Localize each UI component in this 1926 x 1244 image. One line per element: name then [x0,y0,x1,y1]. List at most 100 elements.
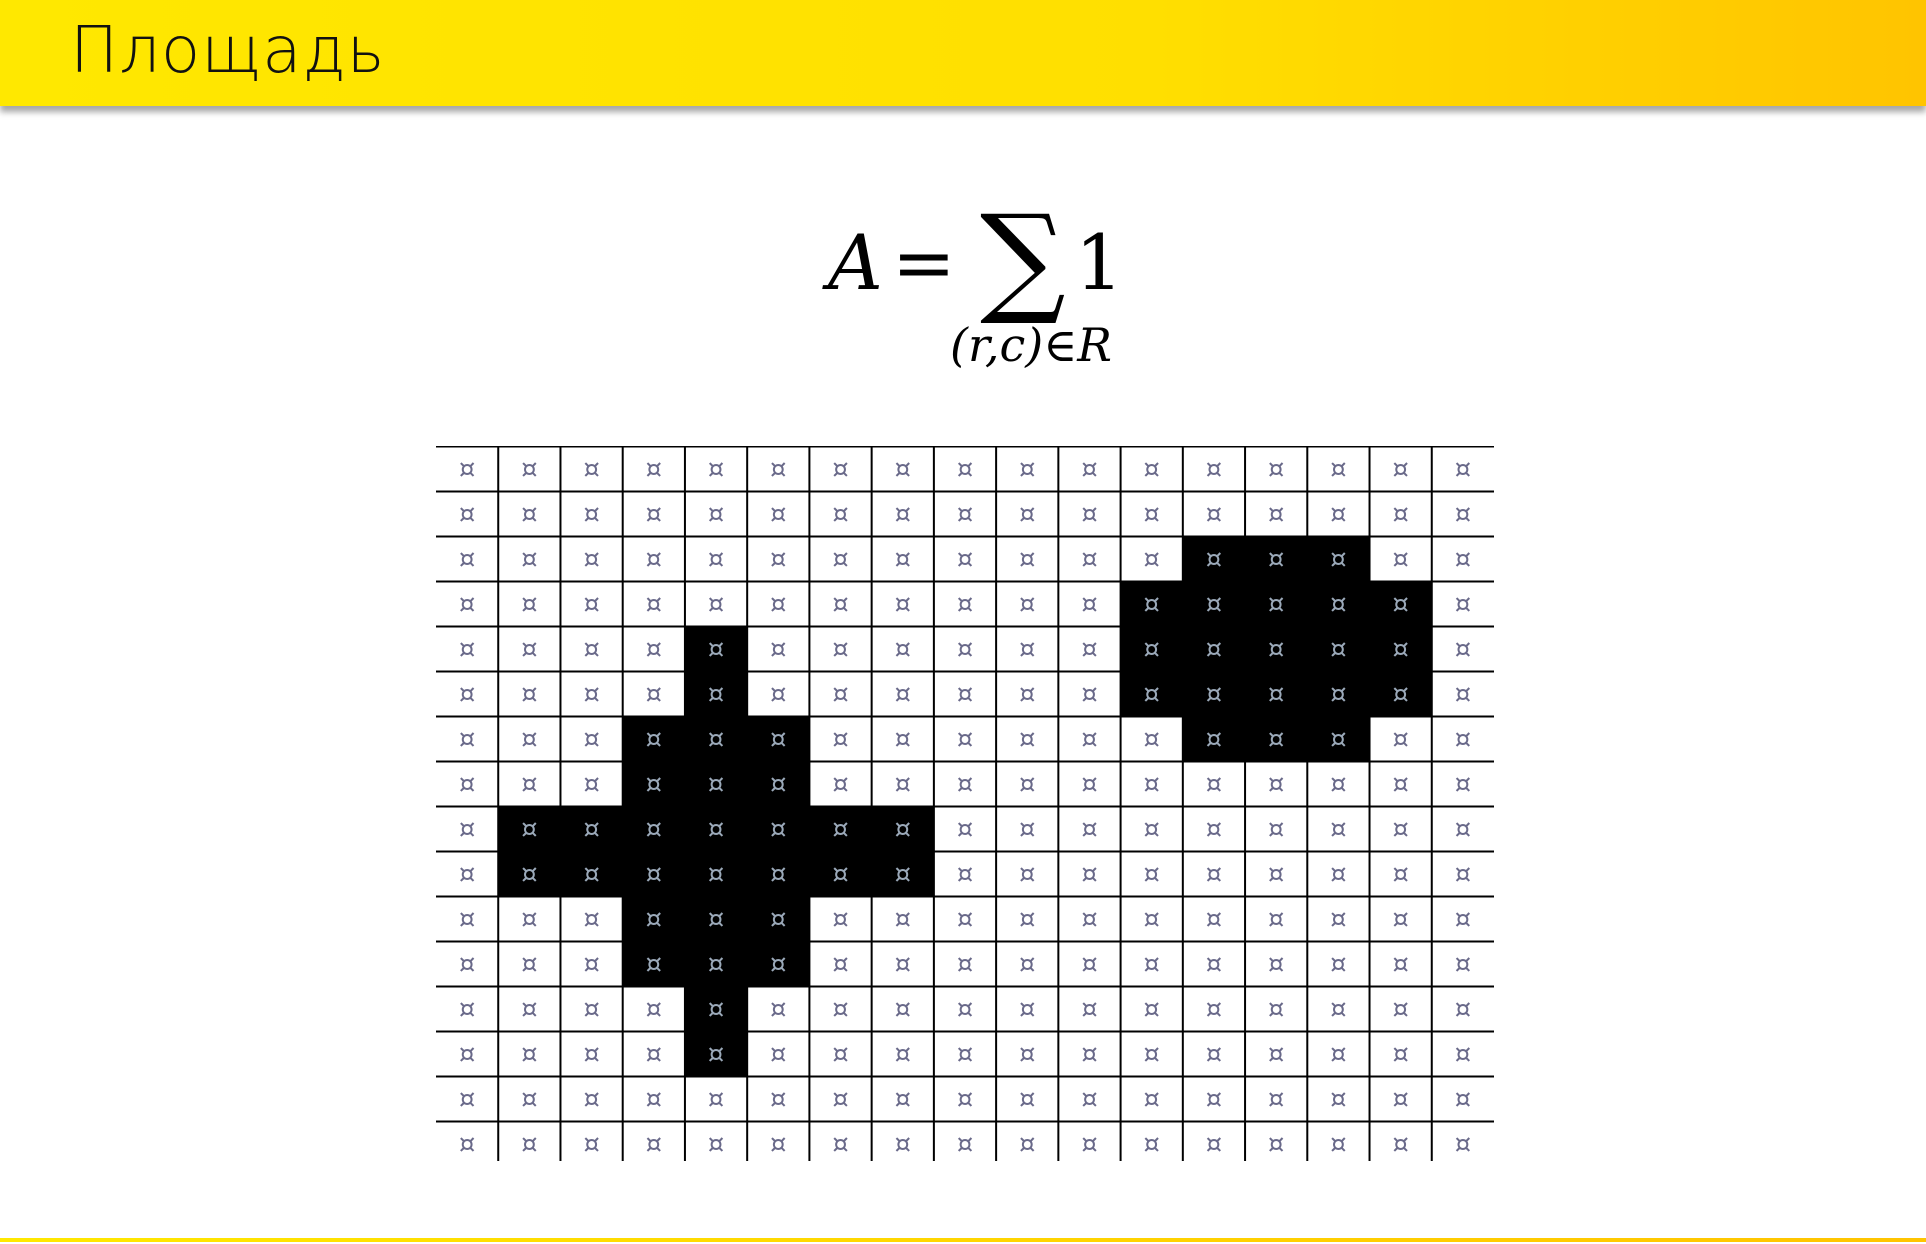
pixel-glyph: ¤ [1206,1040,1223,1070]
pixel-glyph: ¤ [1330,950,1347,980]
pixel-glyph: ¤ [1268,950,1285,980]
pixel-glyph: ¤ [1081,635,1098,665]
pixel-glyph: ¤ [708,590,725,620]
pixel-glyph: ¤ [1019,950,1036,980]
pixel-glyph: ¤ [770,995,787,1025]
pixel-glyph: ¤ [583,590,600,620]
pixel-glyph: ¤ [1268,455,1285,485]
pixel-glyph: ¤ [770,500,787,530]
pixel-glyph: ¤ [957,545,974,575]
pixel-glyph: ¤ [1206,905,1223,935]
pixel-glyph: ¤ [459,680,476,710]
pixel-glyph: ¤ [708,995,725,1025]
pixel-glyph: ¤ [708,1040,725,1070]
pixel-glyph: ¤ [708,635,725,665]
pixel-glyph: ¤ [1143,815,1160,845]
pixel-glyph: ¤ [1330,995,1347,1025]
pixel-glyph: ¤ [1143,1040,1160,1070]
pixel-glyph: ¤ [583,770,600,800]
formula-lhs: A [828,218,883,307]
pixel-glyph: ¤ [832,590,849,620]
pixel-glyph: ¤ [459,635,476,665]
pixel-glyph: ¤ [1081,1040,1098,1070]
pixel-glyph: ¤ [1143,455,1160,485]
pixel-glyph: ¤ [894,1085,911,1115]
pixel-glyph: ¤ [708,545,725,575]
pixel-glyph: ¤ [708,860,725,890]
pixel-glyph: ¤ [646,860,663,890]
pixel-glyph: ¤ [832,950,849,980]
pixel-glyph: ¤ [1330,1085,1347,1115]
pixel-glyph: ¤ [1019,590,1036,620]
pixel-glyph: ¤ [770,680,787,710]
pixel-glyph: ¤ [832,770,849,800]
pixel-glyph: ¤ [521,1085,538,1115]
pixel-glyph: ¤ [1455,500,1472,530]
formula-equals: = [892,218,956,307]
pixel-glyph: ¤ [1019,770,1036,800]
pixel-glyph: ¤ [583,995,600,1025]
pixel-glyph: ¤ [1455,860,1472,890]
pixel-glyph: ¤ [459,860,476,890]
pixel-glyph: ¤ [1143,725,1160,755]
pixel-glyph: ¤ [894,1040,911,1070]
pixel-glyph: ¤ [957,770,974,800]
pixel-glyph: ¤ [1392,1130,1409,1160]
pixel-glyph: ¤ [521,635,538,665]
pixel-glyph: ¤ [1455,590,1472,620]
pixel-glyph: ¤ [832,635,849,665]
pixel-glyph: ¤ [459,455,476,485]
pixel-glyph: ¤ [583,1040,600,1070]
pixel-glyph: ¤ [770,725,787,755]
pixel-glyph: ¤ [1455,995,1472,1025]
pixel-glyph: ¤ [1330,545,1347,575]
pixel-glyph: ¤ [583,725,600,755]
pixel-glyph: ¤ [957,860,974,890]
pixel-glyph: ¤ [957,950,974,980]
pixel-glyph: ¤ [1268,680,1285,710]
slide-title: Площадь [70,14,386,88]
pixel-glyph: ¤ [708,950,725,980]
pixel-glyph: ¤ [770,635,787,665]
pixel-glyph: ¤ [1455,455,1472,485]
pixel-glyph: ¤ [521,815,538,845]
pixel-glyph: ¤ [1455,680,1472,710]
pixel-glyph: ¤ [583,1130,600,1160]
pixel-glyph: ¤ [1206,455,1223,485]
pixel-glyph: ¤ [708,770,725,800]
pixel-glyph: ¤ [770,950,787,980]
pixel-glyph: ¤ [894,545,911,575]
pixel-glyph: ¤ [708,725,725,755]
pixel-glyph: ¤ [708,1130,725,1160]
pixel-glyph: ¤ [1455,1040,1472,1070]
pixel-glyph: ¤ [1330,860,1347,890]
pixel-glyph: ¤ [1268,815,1285,845]
pixel-glyph: ¤ [1268,545,1285,575]
pixel-glyph: ¤ [583,455,600,485]
pixel-glyph: ¤ [1143,860,1160,890]
pixel-glyph: ¤ [1268,860,1285,890]
pixel-glyph: ¤ [894,815,911,845]
pixel-glyph: ¤ [1392,770,1409,800]
pixel-glyph: ¤ [1455,635,1472,665]
footer-line [0,1238,1926,1242]
pixel-glyph: ¤ [1081,545,1098,575]
pixel-glyph: ¤ [1206,815,1223,845]
pixel-glyph: ¤ [1392,1040,1409,1070]
pixel-glyph: ¤ [832,680,849,710]
pixel-glyph: ¤ [957,1040,974,1070]
pixel-glyph: ¤ [1081,770,1098,800]
pixel-glyph: ¤ [1019,500,1036,530]
pixel-glyph: ¤ [1143,635,1160,665]
pixel-glyph: ¤ [1081,905,1098,935]
pixel-glyph: ¤ [1392,815,1409,845]
pixel-glyph: ¤ [832,995,849,1025]
pixel-glyph: ¤ [583,1085,600,1115]
pixel-glyph: ¤ [1019,545,1036,575]
pixel-glyph: ¤ [770,545,787,575]
pixel-glyph: ¤ [1392,680,1409,710]
pixel-glyph: ¤ [1206,860,1223,890]
pixel-glyph: ¤ [583,545,600,575]
pixel-glyph: ¤ [1143,545,1160,575]
pixel-glyph: ¤ [1206,1085,1223,1115]
